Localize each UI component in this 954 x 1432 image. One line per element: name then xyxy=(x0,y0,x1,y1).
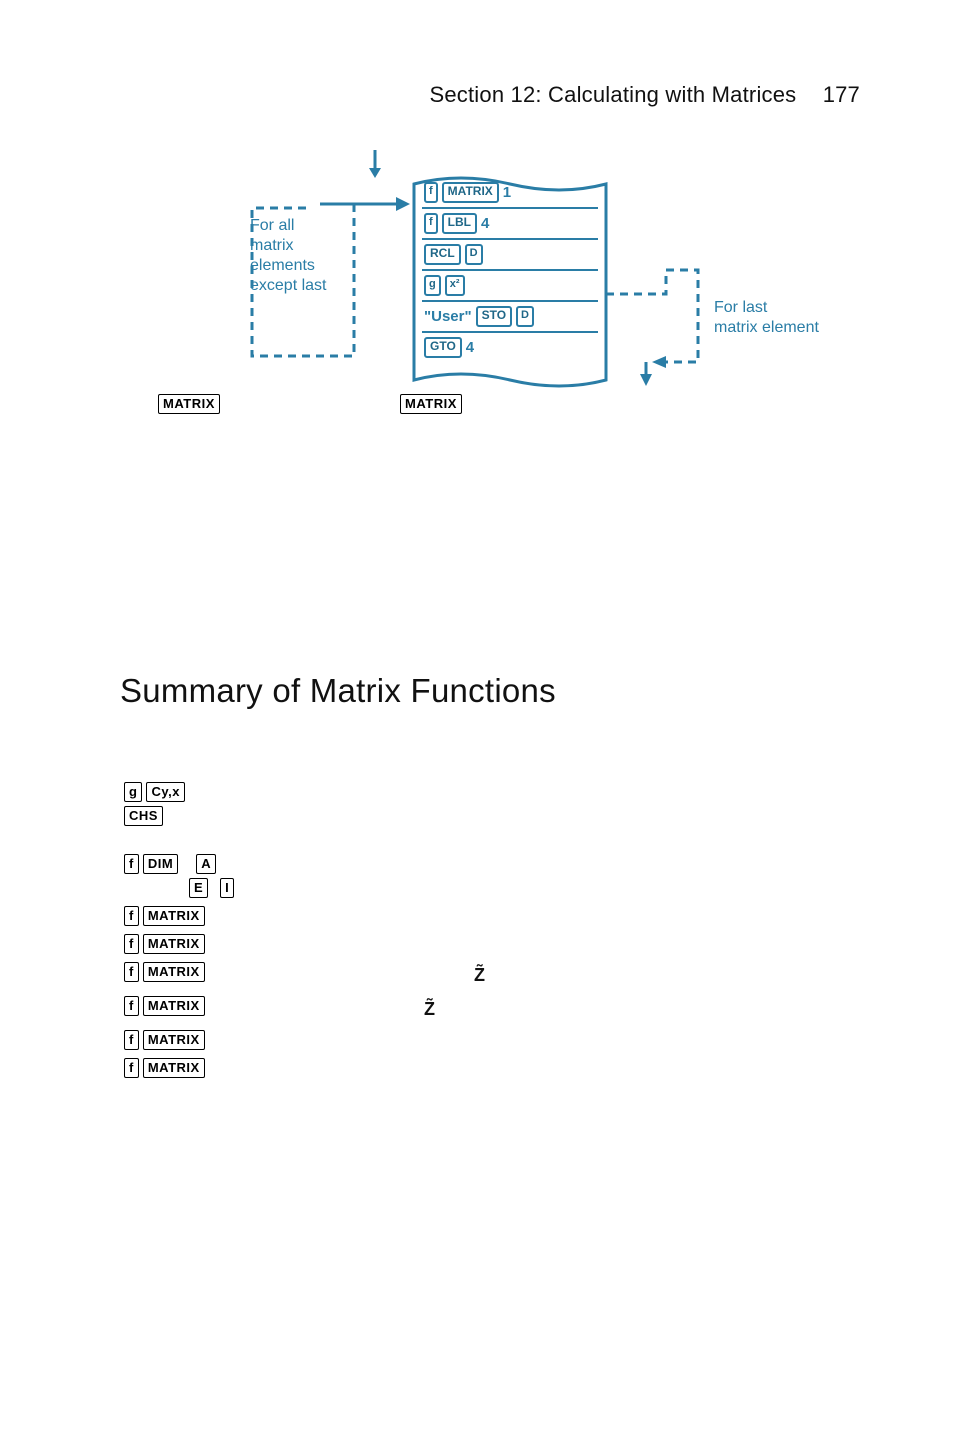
key-matrix: MATRIX xyxy=(143,1058,205,1078)
matrix-key-badge: MATRIX xyxy=(400,394,462,414)
running-head: Section 12: Calculating with Matrices 17… xyxy=(0,82,954,108)
prog-line-1: f MATRIX 1 xyxy=(422,178,598,207)
key-matrix: MATRIX xyxy=(143,906,205,926)
legend-row: g Cy,x xyxy=(124,782,844,802)
key-f: f xyxy=(124,996,139,1016)
key-g: g xyxy=(424,275,441,296)
page-number: 177 xyxy=(823,82,860,107)
z-tilde-symbol: Z̃ xyxy=(474,965,485,985)
key-f: f xyxy=(424,213,438,234)
entry-arrow-icon xyxy=(368,150,378,178)
key-f: f xyxy=(124,854,139,874)
prog-line-4: g x² xyxy=(422,269,598,300)
legend-row: CHS xyxy=(124,806,844,826)
key-f: f xyxy=(124,962,139,982)
key-f: f xyxy=(424,182,438,203)
key-sto: STO xyxy=(476,306,512,327)
legend-row: f MATRIX xyxy=(124,934,844,954)
key-legend-list: g Cy,x CHS f DIM A E I xyxy=(124,782,844,1086)
arg-4: 4 xyxy=(481,215,489,232)
z-tilde-symbol: Z̃ xyxy=(424,999,435,1019)
right-annotation: For last matrix element xyxy=(714,298,884,338)
legend-row: f MATRIX Z̃ xyxy=(124,996,844,1022)
loop-dashed-path xyxy=(248,204,414,368)
key-f: f xyxy=(124,1030,139,1050)
key-f: f xyxy=(124,934,139,954)
key-gto: GTO xyxy=(424,337,462,358)
key-E: E xyxy=(189,878,208,898)
prog-line-5: "User" STO D xyxy=(422,300,598,331)
key-matrix: MATRIX xyxy=(143,934,205,954)
prog-line-3: RCL D xyxy=(422,238,598,269)
matrix-key-badge: MATRIX xyxy=(158,394,220,414)
key-dim: DIM xyxy=(143,854,178,874)
key-f: f xyxy=(124,1058,139,1078)
section-title: Section 12: Calculating with Matrices xyxy=(429,82,796,107)
legend-row: f MATRIX xyxy=(124,1030,844,1050)
key-g: g xyxy=(124,782,142,802)
key-A: A xyxy=(196,854,216,874)
key-cyx: Cy,x xyxy=(146,782,185,802)
key-matrix: MATRIX xyxy=(143,962,205,982)
key-rcl: RCL xyxy=(424,244,461,265)
section-heading: Summary of Matrix Functions xyxy=(120,672,556,710)
legend-row: f MATRIX xyxy=(124,906,844,926)
key-f: f xyxy=(124,906,139,926)
key-matrix: MATRIX xyxy=(442,182,499,203)
legend-row: E I xyxy=(124,878,844,898)
key-lbl: LBL xyxy=(442,213,477,234)
branch-dashed-path xyxy=(606,266,716,391)
key-D: D xyxy=(465,244,483,265)
key-chs: CHS xyxy=(124,806,163,826)
arg-4: 4 xyxy=(466,339,474,356)
program-listing: f MATRIX 1 f LBL 4 RCL D g x² "User" STO… xyxy=(422,178,598,362)
key-matrix: MATRIX xyxy=(143,1030,205,1050)
legend-row: f MATRIX xyxy=(124,1058,844,1078)
legend-row: f MATRIX Z̃ xyxy=(124,962,844,988)
prog-line-2: f LBL 4 xyxy=(422,207,598,238)
key-xsq: x² xyxy=(445,275,465,296)
user-label: "User" xyxy=(424,308,472,325)
key-matrix: MATRIX xyxy=(143,996,205,1016)
program-loop-diagram: f MATRIX 1 f LBL 4 RCL D g x² "User" STO… xyxy=(110,150,850,440)
legend-row: f DIM A xyxy=(124,854,844,874)
arg-1: 1 xyxy=(503,184,511,201)
prog-line-6: GTO 4 xyxy=(422,331,598,362)
key-D: D xyxy=(516,306,534,327)
key-I: I xyxy=(220,878,234,898)
